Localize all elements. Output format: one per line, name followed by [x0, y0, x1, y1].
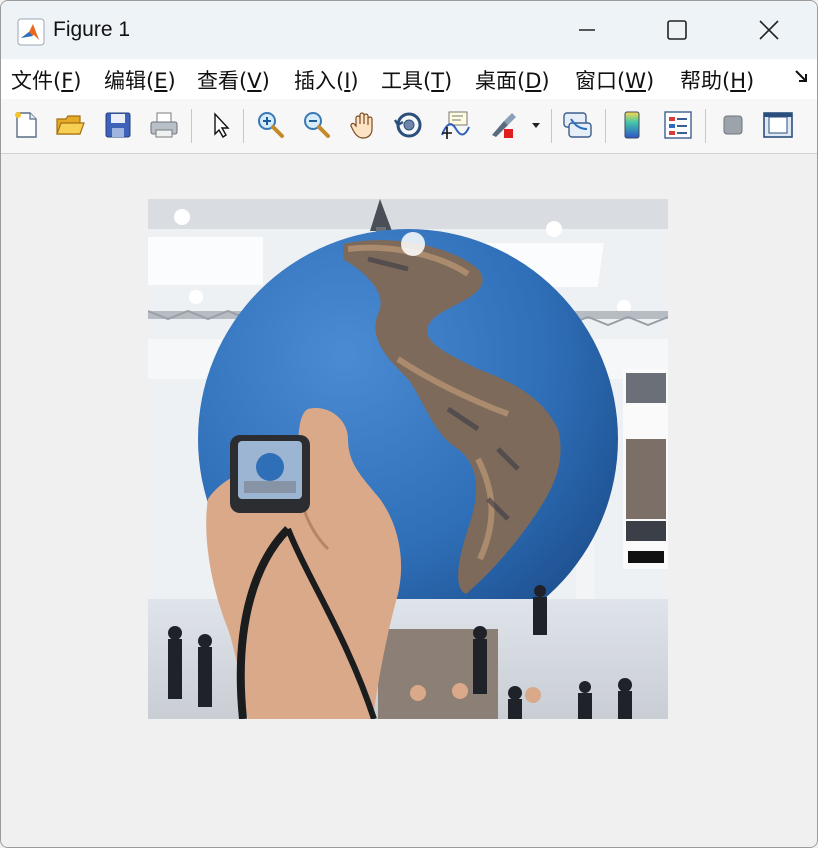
pan-button[interactable] — [346, 108, 380, 142]
select-arrow-icon — [214, 112, 230, 138]
title-bar[interactable]: Figure 1 — [1, 1, 817, 59]
brush-button[interactable] — [485, 108, 519, 142]
minimize-icon — [579, 29, 595, 31]
legend-button[interactable] — [661, 108, 695, 142]
data-cursor-icon — [441, 111, 470, 139]
menu-help[interactable]: 帮助(H) — [680, 65, 754, 95]
legend-icon — [664, 111, 692, 139]
show-plot-tools-icon — [763, 112, 793, 138]
open-file-icon — [56, 115, 85, 135]
menu-window[interactable]: 窗口(W) — [575, 65, 654, 95]
matlab-icon — [17, 18, 45, 46]
maximize-button[interactable] — [631, 1, 723, 59]
menu-bar: 文件(F) 编辑(E) 查看(V) 插入(I) 工具(T) 桌面(D) 窗口(W… — [1, 59, 817, 99]
menu-tools[interactable]: 工具(T) — [381, 65, 452, 95]
toolbar-separator — [705, 109, 706, 143]
menu-edit[interactable]: 编辑(E) — [104, 65, 176, 95]
brush-dropdown-button[interactable] — [528, 108, 544, 142]
data-cursor-button[interactable] — [438, 108, 472, 142]
toolbar-separator — [243, 109, 244, 143]
toolbar-separator — [551, 109, 552, 143]
figure-toolbar — [1, 99, 817, 154]
zoom-in-icon — [258, 112, 284, 138]
brush-icon — [492, 113, 516, 138]
pan-hand-icon — [350, 112, 373, 139]
new-figure-button[interactable] — [9, 108, 43, 142]
brush-dropdown-icon — [532, 123, 540, 128]
close-button[interactable] — [723, 1, 815, 59]
colorbar-icon — [624, 111, 640, 139]
menu-file[interactable]: 文件(F) — [11, 65, 82, 95]
menu-desktop[interactable]: 桌面(D) — [475, 65, 550, 95]
toolbar-overflow-arrow-icon[interactable] — [793, 67, 811, 87]
colorbar-button[interactable] — [615, 108, 649, 142]
save-button[interactable] — [101, 108, 135, 142]
toolbar-separator — [191, 109, 192, 143]
hide-plot-tools-icon — [723, 115, 743, 135]
rotate-3d-button[interactable] — [392, 108, 426, 142]
select-button[interactable] — [203, 108, 237, 142]
figure-canvas[interactable] — [1, 154, 817, 847]
link-plot-icon — [563, 112, 592, 138]
zoom-in-button[interactable] — [254, 108, 288, 142]
window-title: Figure 1 — [53, 18, 131, 41]
minimize-button[interactable] — [541, 1, 633, 59]
new-figure-icon — [15, 112, 37, 138]
show-plot-tools-button[interactable] — [761, 108, 795, 142]
zoom-out-icon — [304, 112, 330, 138]
save-icon — [105, 112, 131, 138]
toolbar-separator — [605, 109, 606, 143]
globe-photo-drawing — [148, 199, 668, 719]
rotate-3d-icon — [393, 112, 422, 138]
print-button[interactable] — [147, 108, 181, 142]
maximize-icon — [667, 20, 687, 40]
open-file-button[interactable] — [53, 108, 87, 142]
link-plot-button[interactable] — [561, 108, 595, 142]
zoom-out-button[interactable] — [300, 108, 334, 142]
menu-view[interactable]: 查看(V) — [197, 65, 270, 95]
menu-insert[interactable]: 插入(I) — [294, 65, 359, 95]
figure-window: Figure 1 文件(F) 编辑(E) 查看(V) 插入(I) 工具(T) 桌… — [0, 0, 818, 848]
globe-photo — [148, 199, 668, 719]
hide-plot-tools-button[interactable] — [716, 108, 750, 142]
close-icon — [759, 20, 779, 40]
print-icon — [150, 112, 178, 138]
